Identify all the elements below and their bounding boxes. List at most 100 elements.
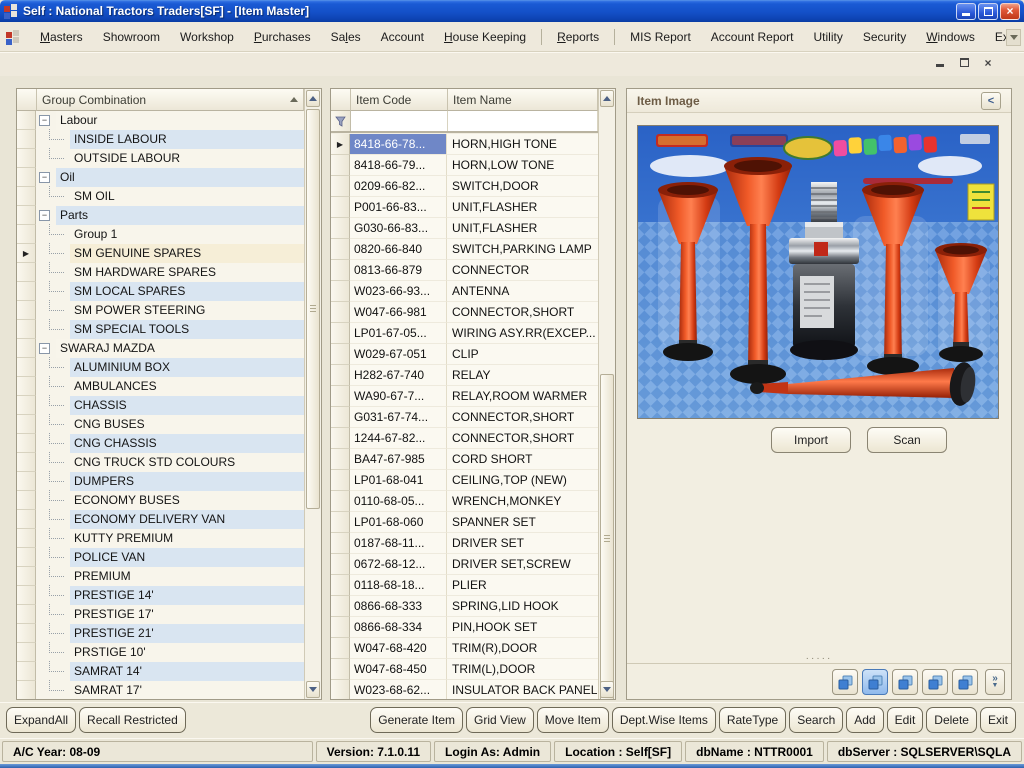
item-code-cell[interactable]: 0820-66-840	[350, 239, 447, 260]
tree-row[interactable]: CHASSIS	[17, 396, 304, 415]
grid-row[interactable]: W047-68-420TRIM(R),DOOR	[331, 638, 598, 659]
tree-column-header[interactable]: Group Combination	[37, 89, 304, 111]
tree-row[interactable]: SM SPECIAL TOOLS	[17, 320, 304, 339]
collapse-panel-button[interactable]: <	[981, 92, 1001, 110]
tree-node-label[interactable]: OUTSIDE LABOUR	[70, 149, 304, 168]
item-code-cell[interactable]: LP01-68-041	[350, 470, 447, 491]
scroll-down-button[interactable]	[600, 681, 614, 698]
mdi-close-button[interactable]: ×	[980, 55, 996, 70]
dept-wise-items-button[interactable]: Dept.Wise Items	[612, 707, 716, 733]
tree-node-label[interactable]: SM OIL	[70, 187, 304, 206]
item-code-cell[interactable]: WA90-67-7...	[350, 386, 447, 407]
expandall-button[interactable]: ExpandAll	[6, 707, 76, 733]
item-code-cell[interactable]: 0118-68-18...	[350, 575, 447, 596]
tree-row[interactable]: SM POWER STEERING	[17, 301, 304, 320]
grid-row[interactable]: BA47-67-985CORD SHORT	[331, 449, 598, 470]
tree-row[interactable]: PREMIUM	[17, 567, 304, 586]
item-code-cell[interactable]: LP01-68-060	[350, 512, 447, 533]
item-name-cell[interactable]: DRIVER SET,SCREW	[447, 554, 598, 575]
scroll-up-button[interactable]	[306, 90, 320, 107]
menu-security[interactable]: Security	[853, 26, 916, 48]
item-code-cell[interactable]: 8418-66-78...	[350, 134, 447, 155]
tree-node-label[interactable]: ECONOMY BUSES	[70, 491, 304, 510]
grid-row[interactable]: W047-68-450TRIM(L),DOOR	[331, 659, 598, 680]
item-code-cell[interactable]: W023-66-93...	[350, 281, 447, 302]
item-name-cell[interactable]: INSULATOR BACK PANEL	[447, 680, 598, 699]
tree-collapse-glyph[interactable]	[36, 111, 56, 130]
menu-house-keeping[interactable]: House Keeping	[434, 26, 536, 48]
scroll-down-button[interactable]	[306, 681, 320, 698]
item-name-cell[interactable]: HORN,LOW TONE	[447, 155, 598, 176]
import-button[interactable]: Import	[771, 427, 851, 453]
tree-row[interactable]: ECONOMY BUSES	[17, 491, 304, 510]
grid-row[interactable]: 0118-68-18...PLIER	[331, 575, 598, 596]
tree-node-label[interactable]: Group 1	[70, 225, 304, 244]
item-code-cell[interactable]: 8418-66-79...	[350, 155, 447, 176]
item-name-cell[interactable]: UNIT,FLASHER	[447, 218, 598, 239]
item-code-cell[interactable]: 0866-68-333	[350, 596, 447, 617]
item-name-cell[interactable]: CONNECTOR,SHORT	[447, 407, 598, 428]
tree-node-label[interactable]: SM HARDWARE SPARES	[70, 263, 304, 282]
restore-button[interactable]	[978, 3, 998, 20]
mdi-restore-button[interactable]	[956, 55, 972, 70]
item-code-cell[interactable]: G031-67-74...	[350, 407, 447, 428]
grid-row[interactable]: W047-66-981CONNECTOR,SHORT	[331, 302, 598, 323]
item-code-cell[interactable]: LP01-67-05...	[350, 323, 447, 344]
tree-node-label[interactable]: ALUMINIUM BOX	[70, 358, 304, 377]
tree-node-label[interactable]: PRSTIGE 10'	[70, 643, 304, 662]
tree-row[interactable]: PRESTIGE 14'	[17, 586, 304, 605]
tree-node-label[interactable]: PREMIUM	[70, 567, 304, 586]
tree-node-label[interactable]: Parts	[56, 206, 304, 225]
collapse-box-icon[interactable]	[39, 210, 50, 221]
grid-row[interactable]: ▶8418-66-78...HORN,HIGH TONE	[331, 134, 598, 155]
recall-restricted-button[interactable]: Recall Restricted	[79, 707, 186, 733]
grid-row[interactable]: 0672-68-12...DRIVER SET,SCREW	[331, 554, 598, 575]
item-code-cell[interactable]: W047-66-981	[350, 302, 447, 323]
item-name-cell[interactable]: CONNECTOR,SHORT	[447, 302, 598, 323]
item-name-cell[interactable]: DRIVER SET	[447, 533, 598, 554]
item-name-cell[interactable]: PIN,HOOK SET	[447, 617, 598, 638]
tree-node-label[interactable]: SAMRAT 14'	[70, 662, 304, 681]
tree-node-label[interactable]: CHASSIS	[70, 396, 304, 415]
splitter-grip-icon[interactable]	[627, 656, 1011, 662]
item-name-filter-input[interactable]	[448, 111, 598, 131]
item-code-filter-input[interactable]	[351, 111, 448, 131]
tree-row[interactable]: CNG BUSES	[17, 415, 304, 434]
scan-button[interactable]: Scan	[867, 427, 947, 453]
tree-node-label[interactable]: SM LOCAL SPARES	[70, 282, 304, 301]
tree-row[interactable]: INSIDE LABOUR	[17, 130, 304, 149]
image-view-button-2[interactable]	[862, 669, 888, 695]
tree-node-label[interactable]: KUTTY PREMIUM	[70, 529, 304, 548]
toolbar-overflow-button[interactable]	[1006, 29, 1021, 46]
tree-row[interactable]: POLICE VAN	[17, 548, 304, 567]
tree-node-label[interactable]: CNG BUSES	[70, 415, 304, 434]
minimize-button[interactable]	[956, 3, 976, 20]
tree-row[interactable]: PRESTIGE 17'	[17, 605, 304, 624]
item-code-cell[interactable]: 0209-66-82...	[350, 176, 447, 197]
grid-row[interactable]: 0209-66-82...SWITCH,DOOR	[331, 176, 598, 197]
item-code-cell[interactable]: H282-67-740	[350, 365, 447, 386]
item-name-cell[interactable]: CONNECTOR,SHORT	[447, 428, 598, 449]
menu-mis-report[interactable]: MIS Report	[620, 26, 701, 48]
grid-row[interactable]: LP01-67-05...WIRING ASY.RR(EXCEP...	[331, 323, 598, 344]
item-code-cell[interactable]: W047-68-420	[350, 638, 447, 659]
scrollbar-thumb[interactable]	[306, 109, 320, 509]
tree-node-label[interactable]: DUMPERS	[70, 472, 304, 491]
grid-row[interactable]: WA90-67-7...RELAY,ROOM WARMER	[331, 386, 598, 407]
item-name-cell[interactable]: TRIM(L),DOOR	[447, 659, 598, 680]
menu-masters[interactable]: Masters	[30, 26, 93, 48]
item-name-cell[interactable]: ANTENNA	[447, 281, 598, 302]
menu-account[interactable]: Account	[371, 26, 434, 48]
tree-row[interactable]: KUTTY PREMIUM	[17, 529, 304, 548]
grid-row[interactable]: W029-67-051CLIP	[331, 344, 598, 365]
tree-node-label[interactable]: Oil	[56, 168, 304, 187]
generate-item-button[interactable]: Generate Item	[370, 707, 463, 733]
grid-row[interactable]: 0187-68-11...DRIVER SET	[331, 533, 598, 554]
tree-row[interactable]: DUMPERS	[17, 472, 304, 491]
tree-row[interactable]: SAMRAT 17'	[17, 681, 304, 699]
menu-utility[interactable]: Utility	[804, 26, 853, 48]
search-button[interactable]: Search	[789, 707, 843, 733]
item-code-cell[interactable]: 0672-68-12...	[350, 554, 447, 575]
menu-account-report[interactable]: Account Report	[701, 26, 804, 48]
menu-purchases[interactable]: Purchases	[244, 26, 321, 48]
